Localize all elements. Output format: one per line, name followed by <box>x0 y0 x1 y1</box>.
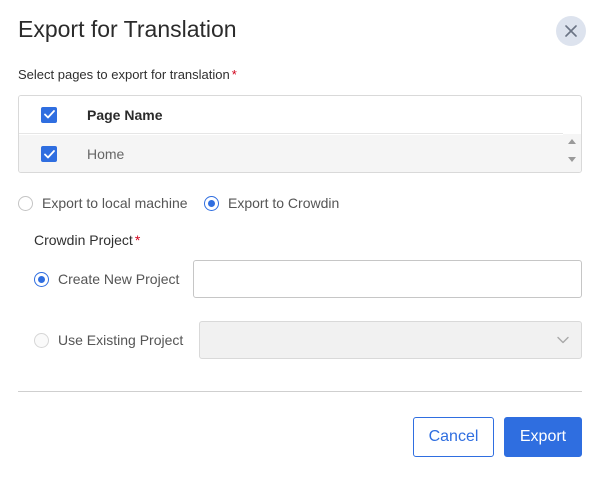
select-all-checkbox[interactable] <box>41 106 57 123</box>
export-local-label: Export to local machine <box>42 195 188 211</box>
chevron-down-icon <box>557 336 569 344</box>
column-header-page-name: Page Name <box>87 106 163 123</box>
pages-label-text: Select pages to export for translation <box>18 67 230 82</box>
crowdin-project-label-text: Crowdin Project <box>34 232 133 248</box>
scroll-down-arrow-icon[interactable] <box>568 157 576 162</box>
required-mark: * <box>231 67 237 82</box>
cancel-button[interactable]: Cancel <box>413 417 494 457</box>
pages-section-label: Select pages to export for translation * <box>18 67 237 82</box>
scroll-up-arrow-icon[interactable] <box>568 139 576 144</box>
table-row[interactable]: Home <box>19 135 563 172</box>
footer-divider <box>18 391 582 392</box>
export-dialog: Export for Translation Select pages to e… <box>0 0 600 496</box>
export-crowdin-label: Export to Crowdin <box>228 195 340 211</box>
existing-project-select[interactable] <box>199 321 582 359</box>
checkmark-icon <box>43 110 55 119</box>
use-existing-project-label: Use Existing Project <box>58 332 184 348</box>
new-project-name-input[interactable] <box>193 260 582 298</box>
export-crowdin-option[interactable]: Export to Crowdin <box>204 195 339 211</box>
use-existing-project-option[interactable]: Use Existing Project <box>34 332 183 348</box>
row-checkbox[interactable] <box>41 146 57 162</box>
table-header-row: Page Name <box>19 96 563 134</box>
table-scrollbar[interactable] <box>563 134 581 172</box>
dialog-title: Export for Translation <box>18 16 237 42</box>
create-new-project-option[interactable]: Create New Project <box>34 271 179 287</box>
close-icon <box>565 25 577 37</box>
create-new-project-label: Create New Project <box>58 271 180 287</box>
required-mark: * <box>134 232 141 248</box>
crowdin-project-label: Crowdin Project * <box>34 232 140 248</box>
export-local-radio[interactable] <box>18 195 33 211</box>
page-name-cell: Home <box>87 146 125 162</box>
export-button[interactable]: Export <box>504 417 582 457</box>
use-existing-project-radio[interactable] <box>34 332 49 348</box>
close-button[interactable] <box>556 16 586 46</box>
export-local-option[interactable]: Export to local machine <box>18 195 188 211</box>
create-new-project-radio[interactable] <box>34 271 49 287</box>
checkmark-icon <box>43 149 55 158</box>
pages-table: Page Name Home <box>18 95 582 173</box>
export-crowdin-radio[interactable] <box>204 195 219 211</box>
